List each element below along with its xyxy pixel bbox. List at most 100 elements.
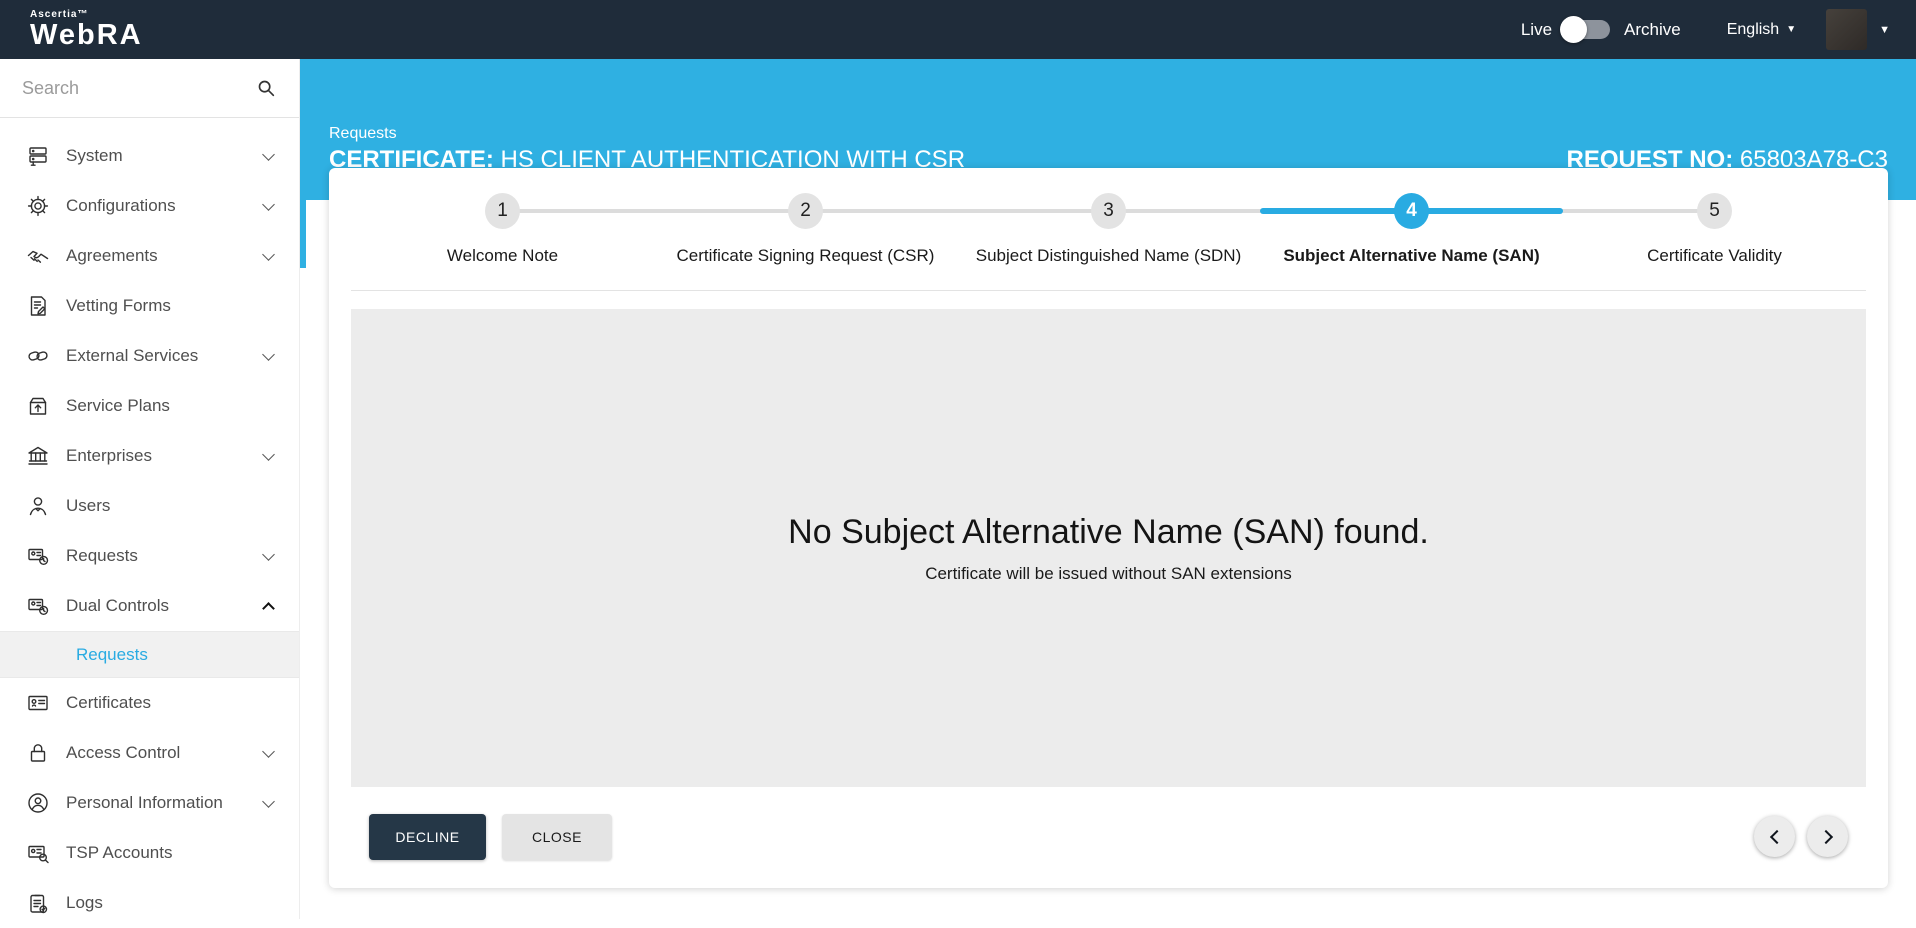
sidebar-item-logs[interactable]: Logs xyxy=(0,878,299,928)
sidebar-nav: System Configurations Agreements Vetting… xyxy=(0,118,299,928)
sidebar-item-label: Users xyxy=(66,496,111,515)
certificate-icon xyxy=(26,691,50,715)
wizard-card: 1 Welcome Note 2 Certificate Signing Req… xyxy=(329,168,1888,888)
sidebar-item-service-plans[interactable]: Service Plans xyxy=(0,381,299,431)
handshake-icon xyxy=(26,244,50,268)
lock-icon xyxy=(26,741,50,765)
band-left-accent xyxy=(300,200,306,268)
step-label: Welcome Note xyxy=(446,246,559,265)
sidebar-item-label: TSP Accounts xyxy=(66,843,173,862)
chevron-right-icon xyxy=(1818,829,1833,844)
sidebar-subitem-requests-active[interactable]: Requests xyxy=(0,631,299,678)
step-number: 4 xyxy=(1394,193,1429,229)
sidebar-item-label: Configurations xyxy=(66,196,176,215)
sidebar-item-system[interactable]: System xyxy=(0,131,299,181)
step-number: 2 xyxy=(788,193,823,229)
sidebar-item-tsp-accounts[interactable]: TSP Accounts xyxy=(0,828,299,878)
breadcrumb[interactable]: Requests xyxy=(329,125,965,143)
toggle-knob[interactable] xyxy=(1560,16,1588,43)
logs-icon xyxy=(26,891,50,915)
brand-webra: WebRA xyxy=(30,18,143,51)
sidebar-item-requests[interactable]: Requests xyxy=(0,531,299,581)
stepper-step-csr[interactable]: 2 Certificate Signing Request (CSR) xyxy=(654,168,957,290)
vetting-form-icon xyxy=(26,294,50,318)
sidebar-item-label: Enterprises xyxy=(66,446,152,465)
sidebar-item-personal-information[interactable]: Personal Information xyxy=(0,778,299,828)
next-step-button[interactable] xyxy=(1807,816,1848,857)
stepper-step-sdn[interactable]: 3 Subject Distinguished Name (SDN) xyxy=(957,168,1260,290)
chevron-down-icon xyxy=(262,247,275,261)
step-number: 1 xyxy=(485,193,520,229)
sidebar-subitem-label: Requests xyxy=(76,644,148,664)
chevron-down-icon xyxy=(262,744,275,758)
san-message-panel: No Subject Alternative Name (SAN) found.… xyxy=(351,309,1866,787)
wizard-footer: DECLINE CLOSE xyxy=(329,787,1888,886)
link-icon xyxy=(26,344,50,368)
sidebar-item-configurations[interactable]: Configurations xyxy=(0,181,299,231)
gear-icon xyxy=(26,194,50,218)
archive-label: Archive xyxy=(1624,19,1681,39)
previous-step-button[interactable] xyxy=(1754,816,1795,857)
main-area: Requests CERTIFICATE: HS CLIENT AUTHENTI… xyxy=(300,59,1916,919)
avatar[interactable] xyxy=(1826,9,1868,50)
topbar: Ascertia™ WebRA Live Archive English ▼ ▼ xyxy=(0,0,1916,59)
search-input[interactable] xyxy=(22,77,255,99)
user-menu[interactable]: ▼ xyxy=(1826,9,1890,50)
sidebar-item-vetting-forms[interactable]: Vetting Forms xyxy=(0,281,299,331)
sidebar-item-agreements[interactable]: Agreements xyxy=(0,231,299,281)
close-button[interactable]: CLOSE xyxy=(502,813,612,860)
service-plan-icon xyxy=(26,394,50,418)
sidebar-item-access-control[interactable]: Access Control xyxy=(0,728,299,778)
page-header-titles: Requests CERTIFICATE: HS CLIENT AUTHENTI… xyxy=(329,125,965,174)
topbar-right-cluster: Live Archive English ▼ ▼ xyxy=(1521,9,1890,50)
step-number: 3 xyxy=(1091,193,1126,229)
sidebar-item-label: Service Plans xyxy=(66,396,170,415)
sidebar-item-external-services[interactable]: External Services xyxy=(0,331,299,381)
wizard-nav-buttons xyxy=(1754,816,1848,857)
server-icon xyxy=(26,144,50,168)
step-number: 5 xyxy=(1697,193,1732,229)
sidebar-item-label: Agreements xyxy=(66,246,158,265)
step-label: Subject Distinguished Name (SDN) xyxy=(975,246,1242,265)
sidebar-item-users[interactable]: Users xyxy=(0,481,299,531)
step-label: Certificate Validity xyxy=(1647,246,1782,265)
language-label: English xyxy=(1726,20,1780,38)
chevron-down-icon xyxy=(262,147,275,161)
sidebar-item-label: External Services xyxy=(66,346,199,365)
chevron-down-icon: ▼ xyxy=(1879,23,1890,36)
user-icon xyxy=(26,494,50,518)
sidebar-item-label: Certificates xyxy=(66,693,152,712)
stepper-step-san-active[interactable]: 4 Subject Alternative Name (SAN) xyxy=(1260,168,1563,290)
app-logo[interactable]: Ascertia™ WebRA xyxy=(30,9,143,51)
sidebar-item-label: Logs xyxy=(66,893,103,912)
sidebar-item-dual-controls[interactable]: Dual Controls xyxy=(0,581,299,631)
sidebar-item-certificates[interactable]: Certificates xyxy=(0,678,299,728)
sidebar: System Configurations Agreements Vetting… xyxy=(0,59,300,919)
chevron-down-icon xyxy=(262,447,275,461)
live-archive-toggle[interactable] xyxy=(1560,16,1611,43)
chevron-left-icon xyxy=(1769,829,1784,844)
san-message-subtitle: Certificate will be issued without SAN e… xyxy=(925,563,1292,583)
language-dropdown[interactable]: English ▼ xyxy=(1727,21,1796,39)
decline-button[interactable]: DECLINE xyxy=(369,813,486,860)
chevron-down-icon xyxy=(262,197,275,211)
sidebar-item-label: System xyxy=(66,146,123,165)
request-card-icon xyxy=(26,594,50,618)
sidebar-item-label: Personal Information xyxy=(66,793,223,812)
step-label: Subject Alternative Name (SAN) xyxy=(1283,246,1540,265)
san-message-title: No Subject Alternative Name (SAN) found. xyxy=(788,512,1429,551)
search-icon[interactable] xyxy=(255,77,277,99)
sidebar-search xyxy=(0,59,299,118)
sidebar-item-label: Dual Controls xyxy=(66,596,169,615)
chevron-down-icon xyxy=(262,547,275,561)
stepper-step-welcome-note[interactable]: 1 Welcome Note xyxy=(351,168,654,290)
sidebar-item-enterprises[interactable]: Enterprises xyxy=(0,431,299,481)
sidebar-item-label: Vetting Forms xyxy=(66,296,171,315)
request-card-icon xyxy=(26,544,50,568)
stepper-step-validity[interactable]: 5 Certificate Validity xyxy=(1563,168,1866,290)
sidebar-item-label: Requests xyxy=(66,546,138,565)
tsp-card-icon xyxy=(26,841,50,865)
bank-icon xyxy=(26,444,50,468)
person-circle-icon xyxy=(26,791,50,815)
sidebar-item-label: Access Control xyxy=(66,743,181,762)
